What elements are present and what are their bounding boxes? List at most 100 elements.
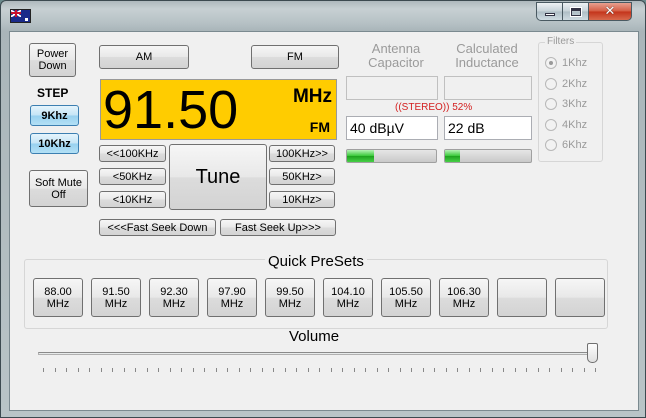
radio-icon[interactable] — [545, 98, 557, 110]
calculated-inductance-field[interactable] — [444, 76, 532, 100]
radio-icon[interactable] — [545, 139, 557, 151]
volume-tick — [89, 368, 90, 372]
maximize-icon — [569, 6, 582, 17]
volume-tick — [445, 368, 447, 372]
preset-button[interactable] — [497, 278, 547, 317]
preset-button[interactable]: 99.50 MHz — [265, 278, 315, 317]
radio-icon[interactable] — [545, 77, 557, 90]
fast-seek-down-button[interactable]: <<<Fast Seek Down — [99, 219, 216, 236]
volume-tick — [227, 368, 228, 372]
preset-button[interactable]: 92.30 MHz — [149, 278, 199, 317]
volume-tick — [238, 368, 240, 372]
volume-tick — [135, 368, 136, 372]
snr-meter — [444, 149, 532, 163]
volume-tick — [491, 368, 493, 372]
volume-ticks — [43, 368, 596, 372]
preset-button[interactable]: 97.90 MHz — [207, 278, 257, 317]
signal-level-field[interactable]: 40 dBµV — [346, 116, 438, 140]
power-down-button[interactable]: Power Down — [29, 43, 76, 77]
volume-tick — [250, 368, 251, 372]
frequency-display: 91.50 MHz FM — [100, 79, 337, 140]
soft-mute-button[interactable]: Soft Mute Off — [29, 170, 88, 207]
filter-option[interactable]: 1Khz — [545, 57, 587, 69]
volume-tick — [77, 368, 79, 372]
down-10khz-button[interactable]: <10KHz — [99, 191, 166, 208]
minimize-button[interactable] — [536, 2, 562, 21]
volume-tick — [273, 368, 274, 372]
calculated-inductance-label: Calculated Inductance — [455, 41, 519, 70]
step-9khz-button[interactable]: 9Khz — [30, 105, 79, 126]
volume-tick — [100, 368, 102, 372]
up-50khz-button[interactable]: 50KHz> — [269, 168, 335, 185]
maximize-button[interactable] — [562, 2, 588, 21]
volume-tick — [388, 368, 389, 372]
volume-tick — [560, 368, 562, 372]
volume-slider-thumb[interactable] — [587, 343, 598, 363]
volume-tick — [169, 368, 171, 372]
volume-tick — [411, 368, 412, 372]
step-10khz-button[interactable]: 10Khz — [30, 133, 79, 154]
frequency-readout: 91.50 — [103, 80, 239, 140]
tune-button[interactable]: Tune — [169, 144, 267, 210]
preset-button[interactable]: 88.00 MHz — [33, 278, 83, 317]
am-button[interactable]: AM — [99, 45, 189, 69]
filter-option-label: 2Khz — [562, 77, 588, 90]
volume-tick — [549, 368, 550, 372]
step-title: STEP — [37, 86, 69, 100]
volume-tick — [330, 368, 332, 372]
filter-option[interactable]: 3Khz — [545, 98, 587, 110]
volume-tick — [480, 368, 481, 372]
window-controls: ✕ — [536, 2, 632, 21]
volume-tick — [503, 368, 504, 372]
filter-option[interactable]: 6Khz — [545, 139, 587, 151]
filter-option-label: 3Khz — [562, 98, 588, 110]
volume-tick — [353, 368, 355, 372]
client-area: Power Down STEP 9Khz 10Khz Soft Mute Off… — [9, 31, 639, 411]
radio-icon[interactable] — [545, 118, 557, 131]
preset-button[interactable]: 104.10 MHz — [323, 278, 373, 317]
fm-button[interactable]: FM — [251, 45, 339, 69]
volume-tick — [54, 368, 56, 372]
volume-tick — [537, 368, 539, 372]
volume-tick — [457, 368, 458, 372]
down-100khz-button[interactable]: <<100KHz — [99, 145, 166, 162]
volume-tick — [342, 368, 343, 372]
volume-tick — [399, 368, 401, 372]
filter-option[interactable]: 2Khz — [545, 77, 588, 90]
volume-tick — [261, 368, 263, 372]
preset-button[interactable] — [555, 278, 605, 317]
preset-button[interactable]: 106.30 MHz — [439, 278, 489, 317]
preset-button[interactable]: 105.50 MHz — [381, 278, 431, 317]
antenna-capacitor-label: Antenna Capacitor — [368, 41, 424, 70]
volume-tick — [181, 368, 182, 372]
app-window: ✕ Power Down STEP 9Khz 10Khz Soft Mute O… — [0, 0, 646, 418]
volume-tick — [365, 368, 366, 372]
band-indicator: FM — [309, 119, 330, 135]
down-50khz-button[interactable]: <50KHz — [99, 168, 166, 185]
signal-level-meter — [346, 149, 437, 163]
fast-seek-up-button[interactable]: Fast Seek Up>>> — [220, 219, 336, 236]
antenna-capacitor-field[interactable] — [346, 76, 438, 100]
volume-tick — [215, 368, 217, 372]
snr-field[interactable]: 22 dB — [444, 116, 532, 140]
filters-group: Filters 1Khz 2Khz 3Khz 4Khz 6Khz — [538, 36, 603, 162]
filter-option-label: 4Khz — [562, 118, 588, 131]
preset-button[interactable]: 91.50 MHz — [91, 278, 141, 317]
title-bar[interactable]: ✕ — [1, 1, 645, 29]
close-button[interactable]: ✕ — [588, 2, 632, 21]
volume-title: Volume — [289, 328, 340, 345]
volume-tick — [319, 368, 320, 372]
volume-tick — [66, 368, 67, 372]
up-10khz-button[interactable]: 10KHz> — [269, 191, 335, 208]
volume-tick — [572, 368, 573, 372]
filter-option[interactable]: 4Khz — [545, 118, 588, 131]
quick-presets-group: Quick PreSets 88.00 MHz 91.50 MHz 92.30 MH… — [24, 253, 608, 329]
frequency-unit: MHz — [292, 86, 332, 107]
volume-tick — [583, 368, 585, 372]
volume-tick — [43, 368, 44, 372]
volume-tick — [526, 368, 527, 372]
volume-slider-track[interactable] — [38, 352, 598, 355]
up-100khz-button[interactable]: 100KHz>> — [269, 145, 335, 162]
volume-tick — [468, 368, 470, 372]
radio-icon[interactable] — [545, 57, 557, 69]
